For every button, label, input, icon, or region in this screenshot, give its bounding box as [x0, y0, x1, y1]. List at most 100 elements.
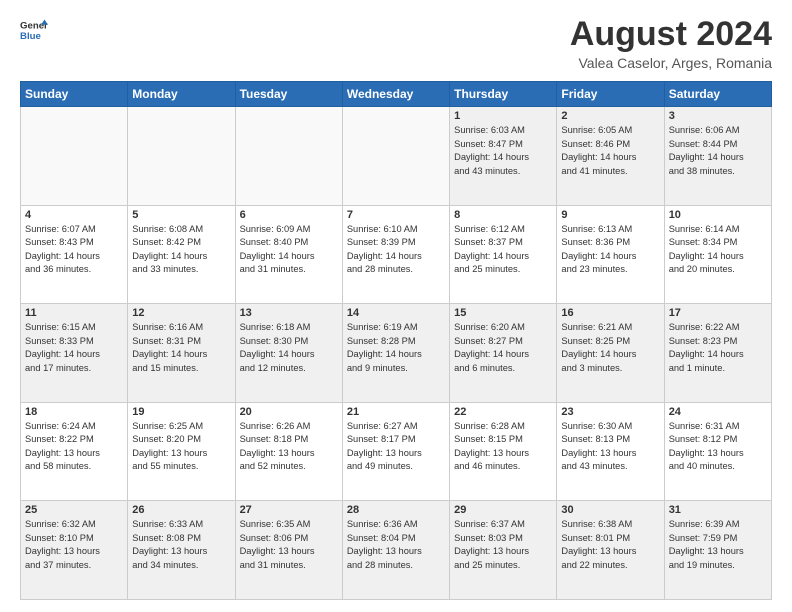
calendar-cell: 16 Sunrise: 6:21 AM Sunset: 8:25 PM Dayli…	[557, 304, 664, 403]
day-number: 23	[561, 406, 659, 418]
day-info: Sunrise: 6:08 AM Sunset: 8:42 PM Dayligh…	[132, 223, 230, 277]
day-info: Sunrise: 6:26 AM Sunset: 8:18 PM Dayligh…	[240, 420, 338, 474]
day-number: 22	[454, 406, 552, 418]
header: General Blue August 2024 Valea Caselor, …	[20, 16, 772, 71]
day-number: 24	[669, 406, 767, 418]
week-row-2: 4 Sunrise: 6:07 AM Sunset: 8:43 PM Daylig…	[21, 205, 772, 304]
calendar-cell: 15 Sunrise: 6:20 AM Sunset: 8:27 PM Dayli…	[450, 304, 557, 403]
day-info: Sunrise: 6:36 AM Sunset: 8:04 PM Dayligh…	[347, 518, 445, 572]
day-number: 3	[669, 110, 767, 122]
day-info: Sunrise: 6:22 AM Sunset: 8:23 PM Dayligh…	[669, 321, 767, 375]
day-info: Sunrise: 6:07 AM Sunset: 8:43 PM Dayligh…	[25, 223, 123, 277]
weekday-header-thursday: Thursday	[450, 82, 557, 107]
calendar-cell: 18Sunrise: 6:24 AM Sunset: 8:22 PM Dayli…	[21, 402, 128, 501]
day-info: Sunrise: 6:03 AM Sunset: 8:47 PM Dayligh…	[454, 124, 552, 178]
day-number: 6	[240, 209, 338, 221]
day-number: 4	[25, 209, 123, 221]
day-number: 12	[132, 307, 230, 319]
calendar-cell: 30 Sunrise: 6:38 AM Sunset: 8:01 PM Dayli…	[557, 501, 664, 600]
calendar-cell: 19 Sunrise: 6:25 AM Sunset: 8:20 PM Dayli…	[128, 402, 235, 501]
calendar-table: SundayMondayTuesdayWednesdayThursdayFrid…	[20, 81, 772, 600]
calendar-cell: 20 Sunrise: 6:26 AM Sunset: 8:18 PM Dayli…	[235, 402, 342, 501]
day-info: Sunrise: 6:20 AM Sunset: 8:27 PM Dayligh…	[454, 321, 552, 375]
day-info: Sunrise: 6:39 AM Sunset: 7:59 PM Dayligh…	[669, 518, 767, 572]
weekday-header-saturday: Saturday	[664, 82, 771, 107]
day-number: 17	[669, 307, 767, 319]
calendar-cell: 21Sunrise: 6:27 AM Sunset: 8:17 PM Dayli…	[342, 402, 449, 501]
day-number: 20	[240, 406, 338, 418]
calendar-cell: 25 Sunrise: 6:32 AM Sunset: 8:10 PM Dayli…	[21, 501, 128, 600]
day-number: 16	[561, 307, 659, 319]
week-row-3: 11Sunrise: 6:15 AM Sunset: 8:33 PM Dayli…	[21, 304, 772, 403]
calendar-cell: 10Sunrise: 6:14 AM Sunset: 8:34 PM Dayli…	[664, 205, 771, 304]
calendar-cell: 24 Sunrise: 6:31 AM Sunset: 8:12 PM Dayli…	[664, 402, 771, 501]
day-info: Sunrise: 6:19 AM Sunset: 8:28 PM Dayligh…	[347, 321, 445, 375]
title-block: August 2024 Valea Caselor, Arges, Romani…	[570, 16, 772, 71]
logo: General Blue	[20, 16, 48, 44]
day-info: Sunrise: 6:05 AM Sunset: 8:46 PM Dayligh…	[561, 124, 659, 178]
page: General Blue August 2024 Valea Caselor, …	[0, 0, 792, 612]
svg-text:Blue: Blue	[20, 31, 41, 42]
day-number: 26	[132, 504, 230, 516]
calendar-cell	[235, 107, 342, 206]
day-info: Sunrise: 6:38 AM Sunset: 8:01 PM Dayligh…	[561, 518, 659, 572]
week-row-5: 25 Sunrise: 6:32 AM Sunset: 8:10 PM Dayli…	[21, 501, 772, 600]
day-info: Sunrise: 6:28 AM Sunset: 8:15 PM Dayligh…	[454, 420, 552, 474]
day-number: 13	[240, 307, 338, 319]
calendar-cell: 26 Sunrise: 6:33 AM Sunset: 8:08 PM Dayli…	[128, 501, 235, 600]
day-info: Sunrise: 6:13 AM Sunset: 8:36 PM Dayligh…	[561, 223, 659, 277]
calendar-cell: 22 Sunrise: 6:28 AM Sunset: 8:15 PM Dayli…	[450, 402, 557, 501]
day-info: Sunrise: 6:32 AM Sunset: 8:10 PM Dayligh…	[25, 518, 123, 572]
day-info: Sunrise: 6:37 AM Sunset: 8:03 PM Dayligh…	[454, 518, 552, 572]
day-number: 14	[347, 307, 445, 319]
weekday-header-sunday: Sunday	[21, 82, 128, 107]
day-info: Sunrise: 6:12 AM Sunset: 8:37 PM Dayligh…	[454, 223, 552, 277]
week-row-4: 18Sunrise: 6:24 AM Sunset: 8:22 PM Dayli…	[21, 402, 772, 501]
calendar-cell: 11Sunrise: 6:15 AM Sunset: 8:33 PM Dayli…	[21, 304, 128, 403]
calendar-cell	[21, 107, 128, 206]
day-info: Sunrise: 6:25 AM Sunset: 8:20 PM Dayligh…	[132, 420, 230, 474]
calendar-subtitle: Valea Caselor, Arges, Romania	[570, 55, 772, 71]
day-number: 29	[454, 504, 552, 516]
weekday-header-wednesday: Wednesday	[342, 82, 449, 107]
calendar-cell: 8 Sunrise: 6:12 AM Sunset: 8:37 PM Daylig…	[450, 205, 557, 304]
day-number: 9	[561, 209, 659, 221]
day-info: Sunrise: 6:24 AM Sunset: 8:22 PM Dayligh…	[25, 420, 123, 474]
day-info: Sunrise: 6:09 AM Sunset: 8:40 PM Dayligh…	[240, 223, 338, 277]
day-info: Sunrise: 6:16 AM Sunset: 8:31 PM Dayligh…	[132, 321, 230, 375]
day-info: Sunrise: 6:14 AM Sunset: 8:34 PM Dayligh…	[669, 223, 767, 277]
day-info: Sunrise: 6:10 AM Sunset: 8:39 PM Dayligh…	[347, 223, 445, 277]
day-info: Sunrise: 6:06 AM Sunset: 8:44 PM Dayligh…	[669, 124, 767, 178]
day-info: Sunrise: 6:30 AM Sunset: 8:13 PM Dayligh…	[561, 420, 659, 474]
calendar-cell: 13Sunrise: 6:18 AM Sunset: 8:30 PM Dayli…	[235, 304, 342, 403]
calendar-title: August 2024	[570, 16, 772, 53]
day-number: 11	[25, 307, 123, 319]
day-info: Sunrise: 6:31 AM Sunset: 8:12 PM Dayligh…	[669, 420, 767, 474]
calendar-cell: 12 Sunrise: 6:16 AM Sunset: 8:31 PM Dayli…	[128, 304, 235, 403]
day-number: 5	[132, 209, 230, 221]
day-number: 8	[454, 209, 552, 221]
week-row-1: 1Sunrise: 6:03 AM Sunset: 8:47 PM Daylig…	[21, 107, 772, 206]
day-info: Sunrise: 6:33 AM Sunset: 8:08 PM Dayligh…	[132, 518, 230, 572]
day-info: Sunrise: 6:35 AM Sunset: 8:06 PM Dayligh…	[240, 518, 338, 572]
calendar-cell: 3 Sunrise: 6:06 AM Sunset: 8:44 PM Daylig…	[664, 107, 771, 206]
day-number: 30	[561, 504, 659, 516]
day-info: Sunrise: 6:21 AM Sunset: 8:25 PM Dayligh…	[561, 321, 659, 375]
day-number: 21	[347, 406, 445, 418]
weekday-header-friday: Friday	[557, 82, 664, 107]
day-number: 19	[132, 406, 230, 418]
day-number: 31	[669, 504, 767, 516]
day-number: 7	[347, 209, 445, 221]
calendar-cell: 5 Sunrise: 6:08 AM Sunset: 8:42 PM Daylig…	[128, 205, 235, 304]
calendar-cell: 6 Sunrise: 6:09 AM Sunset: 8:40 PM Daylig…	[235, 205, 342, 304]
day-number: 27	[240, 504, 338, 516]
calendar-cell: 28Sunrise: 6:36 AM Sunset: 8:04 PM Dayli…	[342, 501, 449, 600]
calendar-cell	[342, 107, 449, 206]
calendar-cell: 31 Sunrise: 6:39 AM Sunset: 7:59 PM Dayli…	[664, 501, 771, 600]
weekday-header-tuesday: Tuesday	[235, 82, 342, 107]
day-number: 25	[25, 504, 123, 516]
calendar-cell: 2Sunrise: 6:05 AM Sunset: 8:46 PM Daylig…	[557, 107, 664, 206]
weekday-header-monday: Monday	[128, 82, 235, 107]
day-number: 15	[454, 307, 552, 319]
calendar-cell: 4 Sunrise: 6:07 AM Sunset: 8:43 PM Daylig…	[21, 205, 128, 304]
